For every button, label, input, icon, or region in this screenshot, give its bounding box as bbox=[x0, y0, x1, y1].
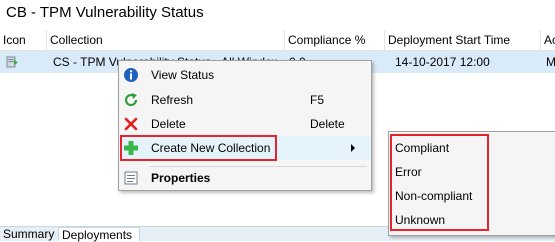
highlight-box bbox=[390, 134, 489, 231]
menu-item-shortcut: F5 bbox=[310, 93, 325, 107]
refresh-icon bbox=[124, 93, 138, 107]
delete-x-icon bbox=[124, 117, 138, 131]
context-menu: View Status Refresh F5 Delete Delete Cre… bbox=[118, 60, 372, 191]
column-header-icon[interactable]: Icon bbox=[0, 30, 47, 50]
highlight-box bbox=[120, 135, 277, 161]
column-header-collection[interactable]: Collection bbox=[47, 30, 285, 50]
column-header-action[interactable]: Ac bbox=[541, 30, 555, 50]
submenu: Compliant Error Non-compliant Unknown bbox=[388, 131, 555, 236]
menu-item-delete[interactable]: Delete Delete bbox=[119, 112, 371, 136]
column-header-compliance[interactable]: Compliance % bbox=[285, 30, 385, 50]
column-header-deployment-start-time[interactable]: Deployment Start Time bbox=[385, 30, 541, 50]
list-header: Icon Collection Compliance % Deployment … bbox=[0, 30, 555, 51]
menu-item-label: View Status bbox=[151, 68, 215, 82]
menu-item-label: Delete bbox=[151, 117, 186, 131]
properties-icon bbox=[124, 171, 138, 185]
submenu-arrow-icon bbox=[351, 144, 355, 152]
menu-item-label: Properties bbox=[151, 171, 211, 185]
menu-item-label: Refresh bbox=[151, 93, 194, 107]
info-icon bbox=[124, 68, 138, 82]
menu-item-refresh[interactable]: Refresh F5 bbox=[119, 88, 371, 112]
tab-summary[interactable]: Summary bbox=[0, 227, 54, 241]
tab-deployments[interactable]: Deployments bbox=[58, 227, 140, 242]
window-title: CB - TPM Vulnerability Status bbox=[6, 4, 204, 21]
deployment-icon bbox=[6, 56, 18, 68]
menu-item-properties[interactable]: Properties bbox=[119, 166, 371, 190]
row-action: M bbox=[546, 55, 555, 69]
menu-item-shortcut: Delete bbox=[310, 117, 345, 131]
row-start-time: 14-10-2017 12:00 bbox=[395, 55, 490, 69]
menu-item-view-status[interactable]: View Status bbox=[119, 63, 371, 87]
